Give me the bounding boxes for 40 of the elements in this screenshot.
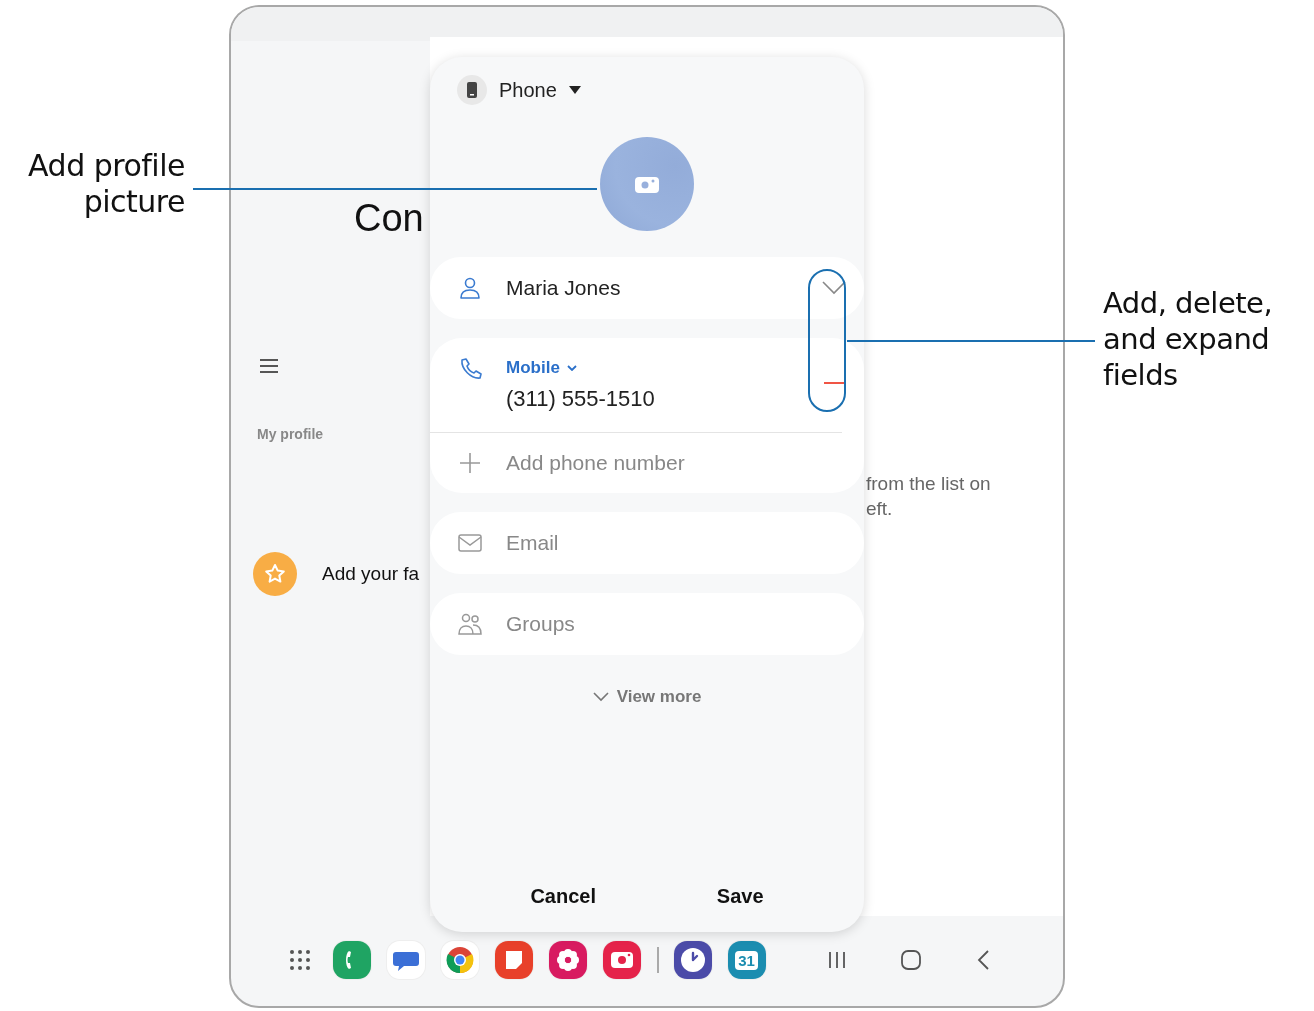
favorites-text: Add your fa xyxy=(322,563,420,585)
cancel-button[interactable]: Cancel xyxy=(510,877,616,916)
plus-icon xyxy=(458,451,482,475)
home-icon[interactable] xyxy=(899,949,922,971)
calendar-date: 31 xyxy=(735,950,758,970)
email-field[interactable]: Email xyxy=(430,512,864,574)
empty-hint-text: from the list on eft. xyxy=(866,472,992,521)
apps-grid-icon[interactable] xyxy=(289,949,311,971)
phone-type-dropdown[interactable]: Mobile xyxy=(506,358,577,378)
name-field[interactable]: Maria Jones xyxy=(430,257,864,319)
flower-app-icon[interactable] xyxy=(549,941,587,979)
view-more-button[interactable]: View more xyxy=(592,687,702,707)
clock-app-icon[interactable] xyxy=(673,941,712,979)
remove-icon[interactable] xyxy=(824,381,846,385)
expand-chevron-icon[interactable] xyxy=(822,281,846,295)
add-phone-field[interactable]: Add phone number xyxy=(506,451,846,475)
callout-label: Add profile picture xyxy=(27,148,186,220)
messages-app-icon[interactable] xyxy=(387,941,425,979)
camera-app-icon[interactable] xyxy=(603,941,641,979)
calendar-app-icon[interactable]: 31 xyxy=(727,941,766,979)
phone-icon xyxy=(458,357,482,381)
browser-app-icon[interactable] xyxy=(441,941,479,979)
camera-icon xyxy=(634,174,660,194)
chevron-down-icon xyxy=(592,692,609,702)
groups-field[interactable]: Groups xyxy=(430,593,864,655)
phone-app-icon[interactable] xyxy=(333,941,371,979)
person-icon xyxy=(458,276,482,300)
people-icon xyxy=(458,612,482,636)
page-title: Con xyxy=(353,197,425,240)
phone-number-field[interactable]: (311) 555-1510 xyxy=(506,386,816,412)
notes-app-icon[interactable] xyxy=(495,941,533,979)
callout-label: Add, delete, and expand fields xyxy=(1102,285,1274,393)
phone-device-icon xyxy=(457,75,487,105)
dropdown-icon xyxy=(568,86,581,94)
section-label: My profile xyxy=(257,426,325,442)
storage-selector[interactable]: Phone xyxy=(457,75,581,105)
menu-icon[interactable] xyxy=(259,358,279,374)
save-button[interactable]: Save xyxy=(696,877,784,916)
envelope-icon xyxy=(458,531,482,555)
chevron-down-icon xyxy=(566,365,577,371)
